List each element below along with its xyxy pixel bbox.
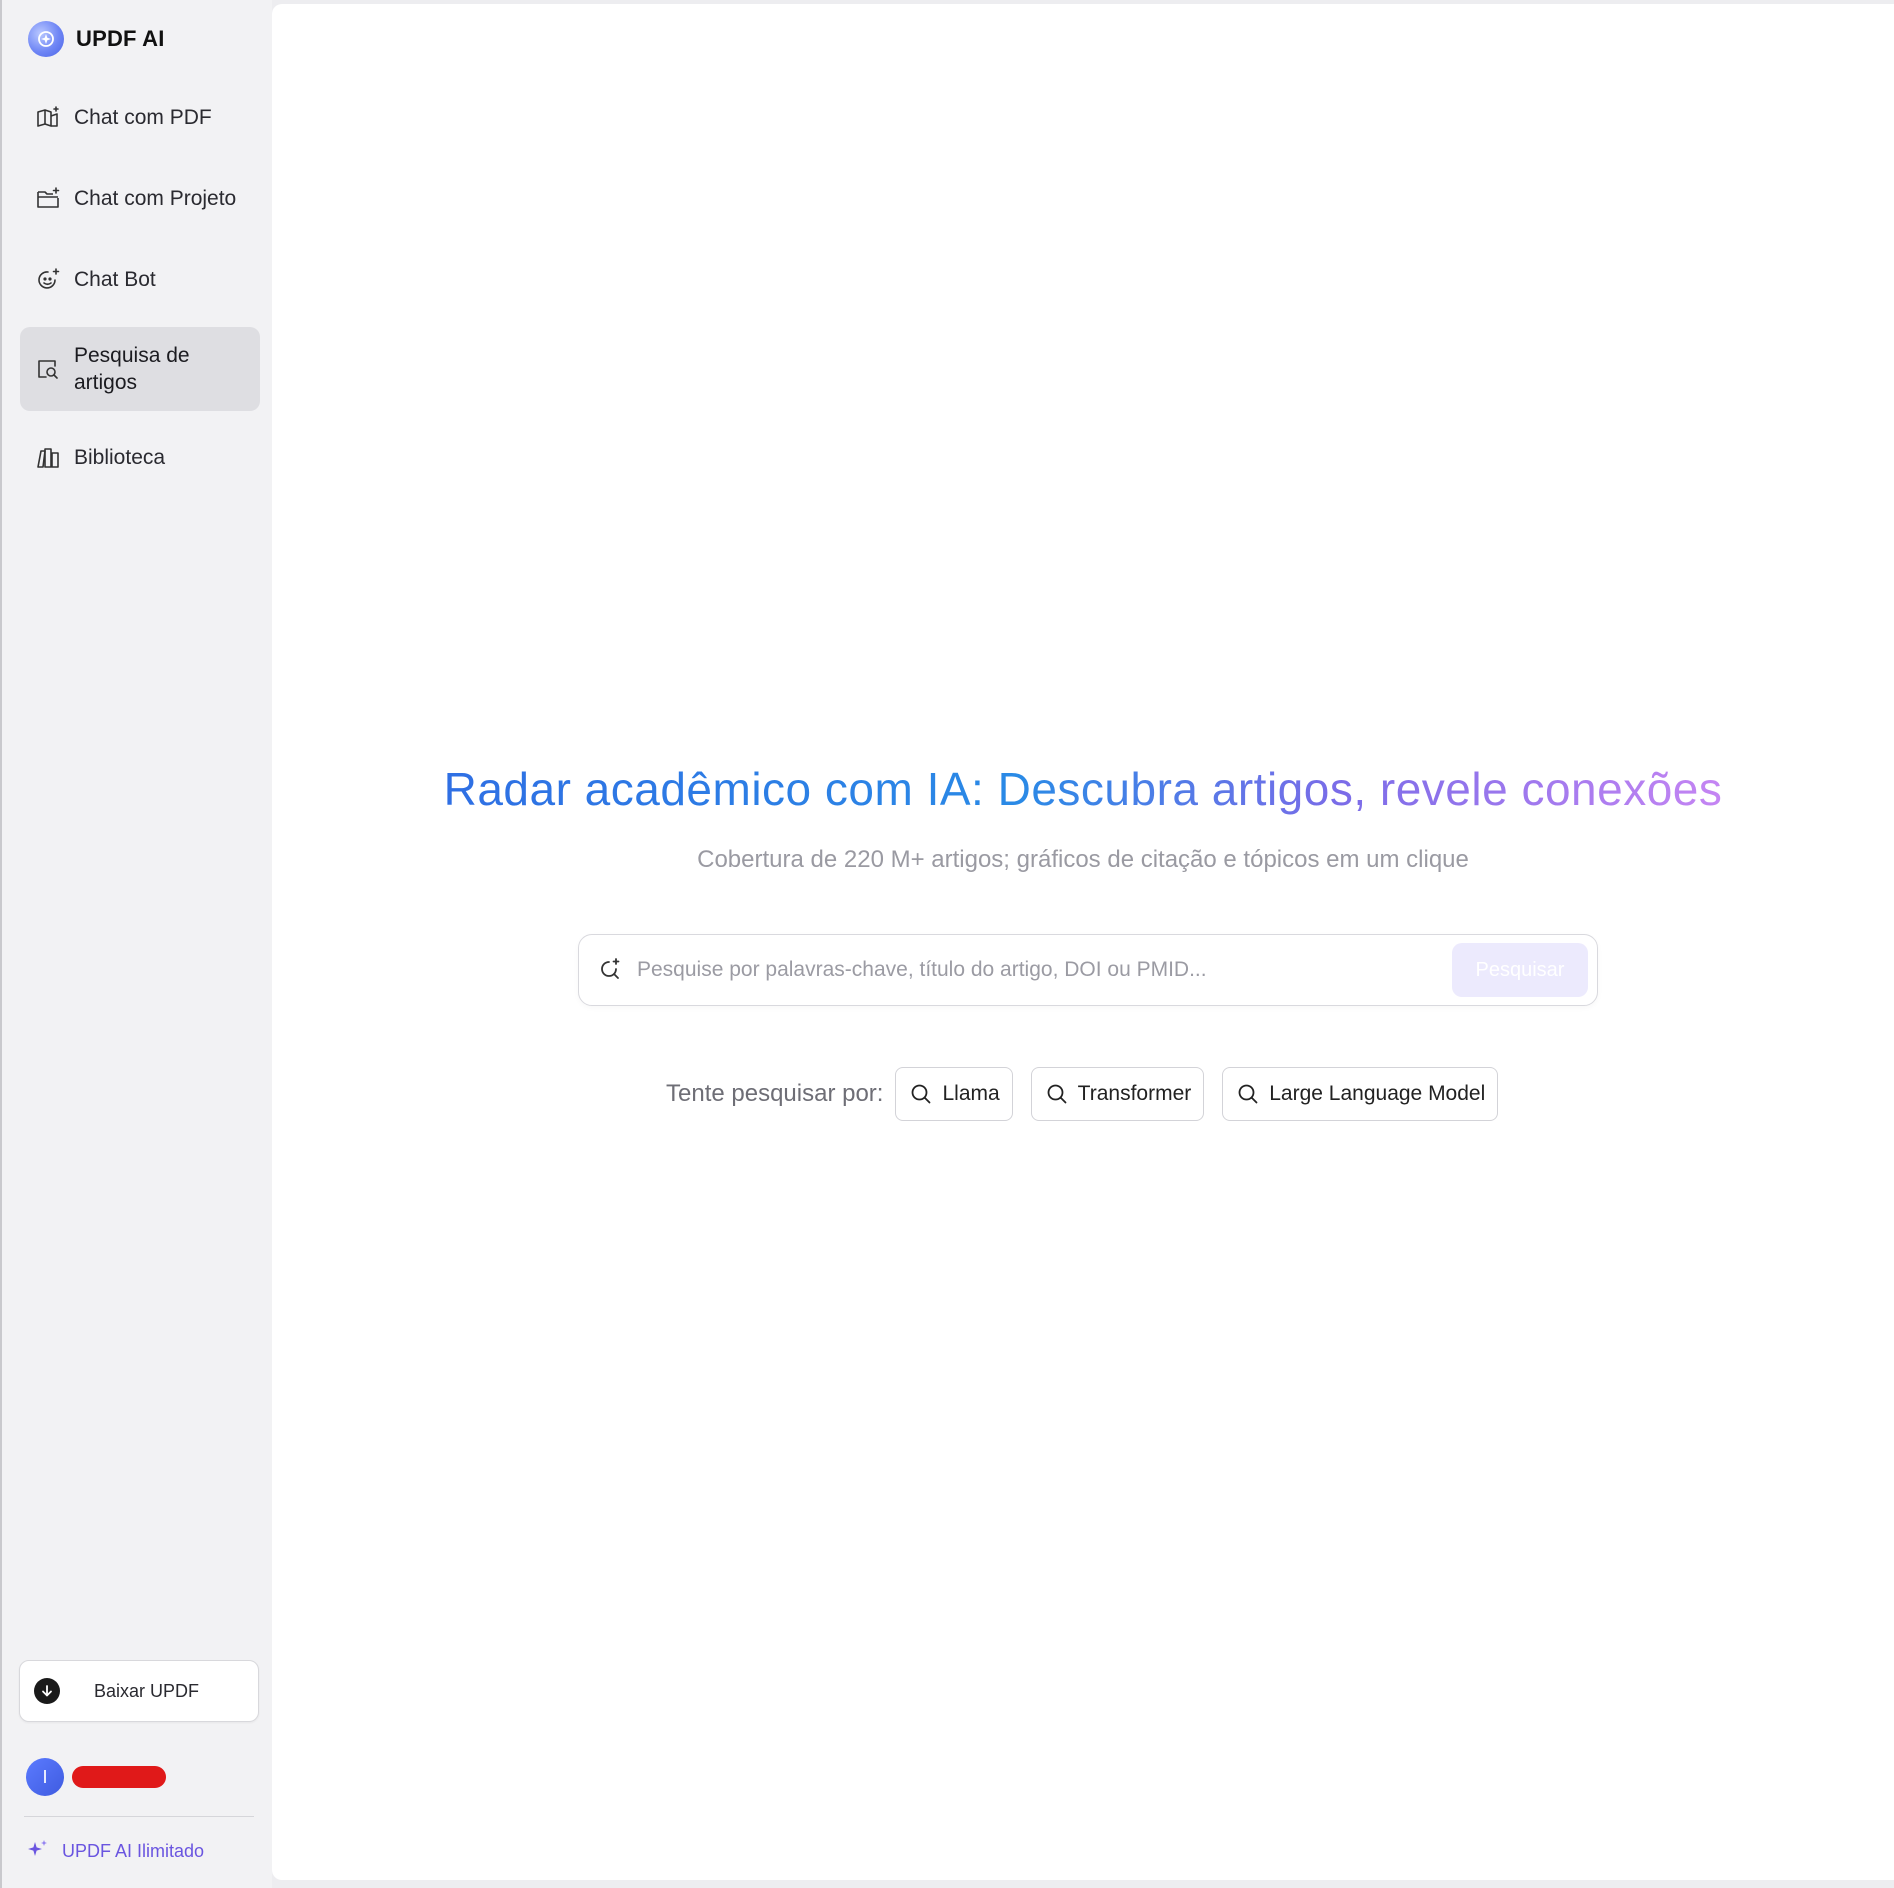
page-title-text: Radar acadêmico com IA: Descubra artigos… bbox=[443, 763, 1723, 815]
updf-ai-logo-icon bbox=[28, 21, 64, 57]
suggestion-chip-transformer[interactable]: Transformer bbox=[1030, 1067, 1205, 1121]
sidebar-item-pesquisa-de-artigos[interactable]: Pesquisa de artigos bbox=[20, 327, 260, 411]
folder-sparkle-icon bbox=[34, 185, 62, 213]
search-input[interactable] bbox=[635, 957, 1452, 983]
download-updf-button[interactable]: Baixar UPDF bbox=[19, 1660, 259, 1722]
upgrade-plan-link[interactable]: UPDF AI Ilimitado bbox=[26, 1838, 204, 1865]
bot-face-icon bbox=[34, 266, 62, 294]
brand-title: UPDF AI bbox=[76, 26, 165, 51]
search-icon bbox=[1044, 1081, 1070, 1107]
brand[interactable]: UPDF AI bbox=[28, 20, 165, 58]
search-icon bbox=[908, 1081, 934, 1107]
document-search-icon bbox=[34, 355, 62, 383]
search-bar: Pesquisar bbox=[578, 934, 1598, 1006]
plan-label: UPDF AI Ilimitado bbox=[62, 1841, 205, 1861]
chip-label: Large Language Model bbox=[1269, 1082, 1486, 1105]
user-name-redacted bbox=[72, 1766, 166, 1788]
user-profile[interactable]: I bbox=[26, 1758, 166, 1796]
search-icon bbox=[1235, 1081, 1261, 1107]
library-books-icon bbox=[34, 444, 62, 472]
page-title: Radar acadêmico com IA: Descubra artigos… bbox=[272, 762, 1894, 816]
sidebar-item-biblioteca[interactable]: Biblioteca bbox=[20, 424, 260, 492]
suggestions-label: Tente pesquisar por: bbox=[666, 1080, 884, 1107]
sidebar-divider bbox=[24, 1816, 254, 1817]
main-content: Radar acadêmico com IA: Descubra artigos… bbox=[272, 4, 1894, 1880]
sparkle-icon bbox=[26, 1838, 50, 1865]
suggestion-chip-llama[interactable]: Llama bbox=[895, 1067, 1013, 1121]
search-suggestions: Tente pesquisar por: Llama Transformer L… bbox=[666, 1066, 1516, 1122]
chip-label: Llama bbox=[942, 1082, 1000, 1105]
sidebar-item-label: Biblioteca bbox=[74, 446, 166, 469]
sidebar-item-label: Chat Bot bbox=[74, 268, 156, 291]
suggestion-chip-large-language-model[interactable]: Large Language Model bbox=[1222, 1067, 1499, 1121]
avatar[interactable]: I bbox=[26, 1758, 64, 1796]
sidebar-item-label: Chat com PDF bbox=[74, 106, 212, 129]
download-label: Baixar UPDF bbox=[94, 1680, 200, 1701]
sidebar-item-chat-bot[interactable]: Chat Bot bbox=[20, 246, 260, 314]
search-button[interactable]: Pesquisar bbox=[1452, 943, 1588, 997]
sidebar-item-label: Chat com Projeto bbox=[74, 187, 237, 210]
book-sparkle-icon bbox=[34, 104, 62, 132]
page-subtitle: Cobertura de 220 M+ artigos; gráficos de… bbox=[697, 846, 1469, 873]
sidebar-item-chat-com-projeto[interactable]: Chat com Projeto bbox=[20, 165, 260, 233]
sidebar: UPDF AI Chat com PDF Chat com Projeto Ch… bbox=[0, 0, 272, 1888]
sidebar-item-chat-com-pdf[interactable]: Chat com PDF bbox=[20, 84, 260, 152]
chip-label: Transformer bbox=[1077, 1082, 1192, 1105]
sidebar-item-label: Pesquisa de artigos bbox=[74, 344, 190, 394]
sidebar-nav: Chat com PDF Chat com Projeto Chat Bot P… bbox=[20, 84, 260, 505]
ai-search-icon bbox=[595, 955, 625, 985]
download-icon bbox=[34, 1678, 60, 1704]
